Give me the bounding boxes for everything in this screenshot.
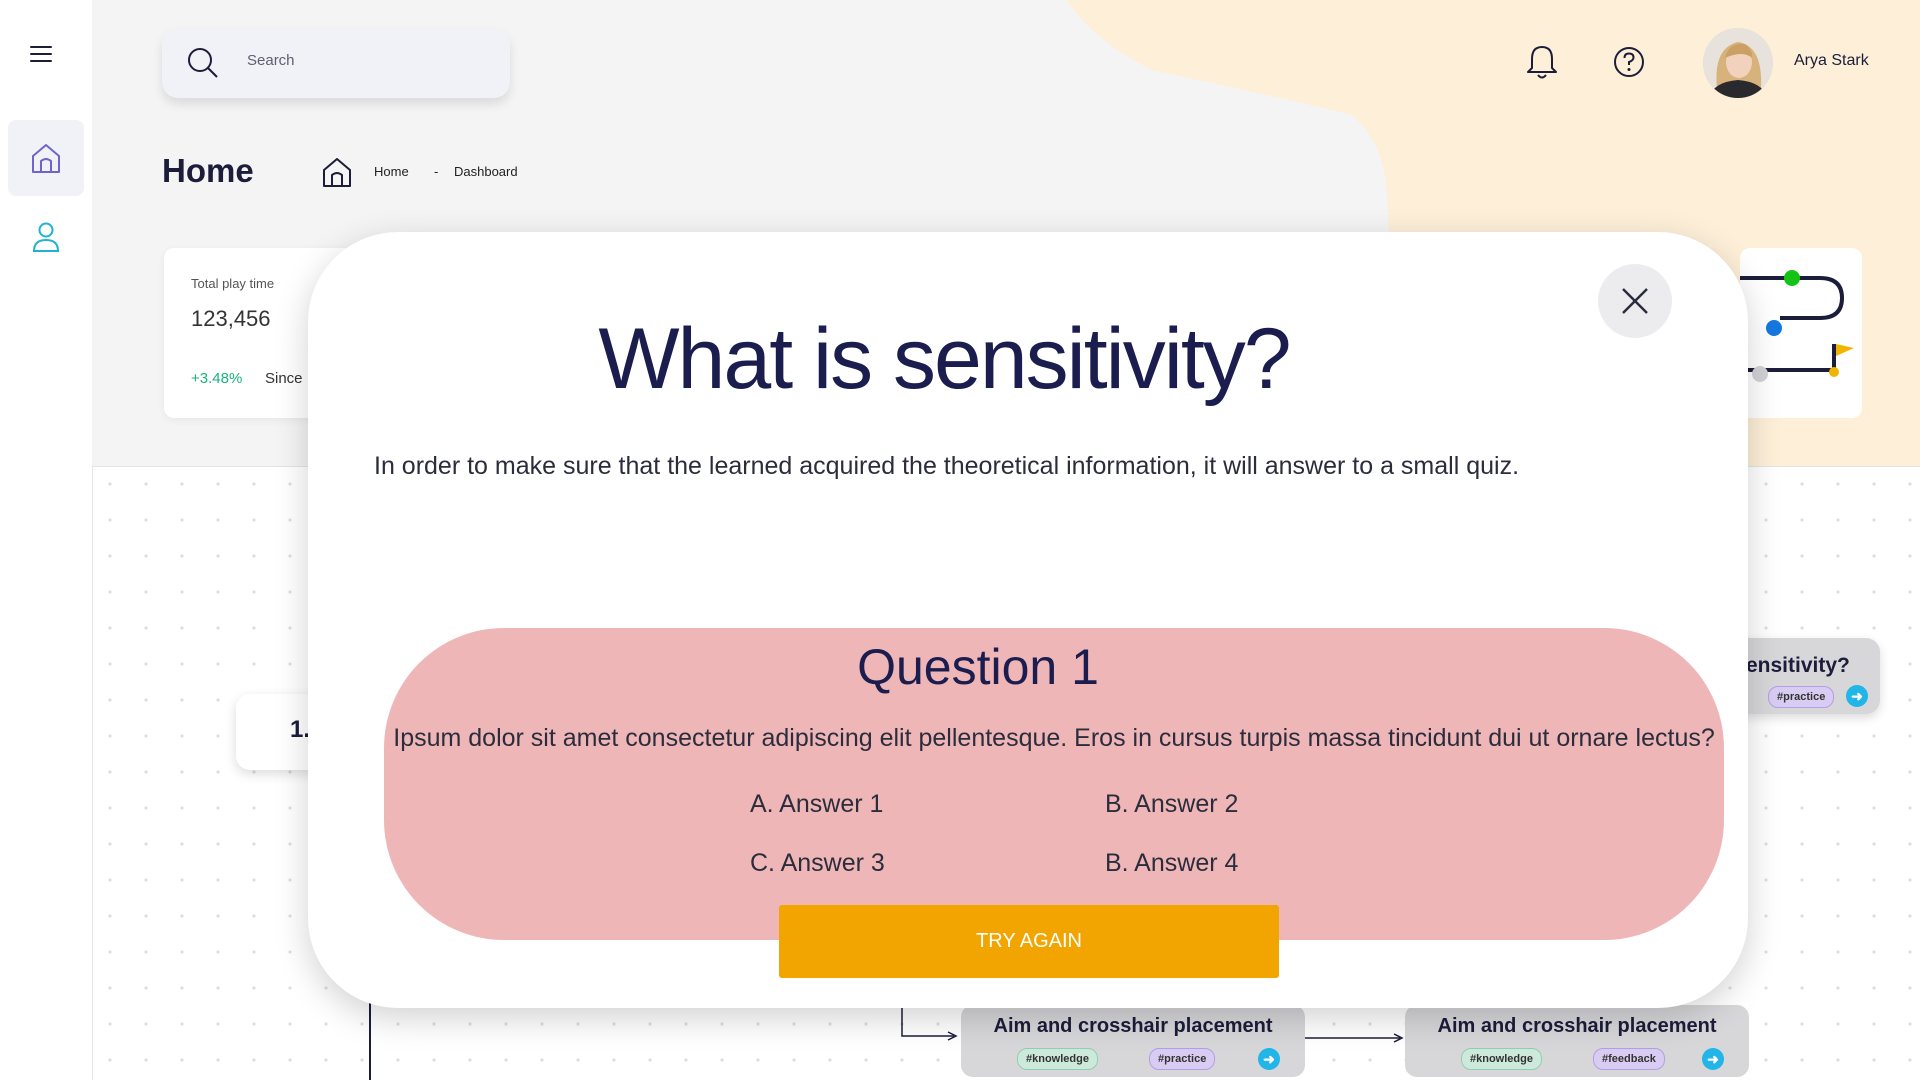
stat-label: Total play time	[191, 276, 275, 291]
page-title: Home	[162, 152, 254, 189]
tag-practice: #practice	[1768, 686, 1835, 708]
question-card: Question 1 Ipsum dolor sit amet consecte…	[384, 628, 1724, 940]
avatar[interactable]	[1703, 28, 1773, 98]
bell-icon[interactable]	[1526, 44, 1558, 80]
home-icon[interactable]	[322, 156, 352, 188]
tag-practice: #practice	[1149, 1048, 1216, 1070]
answer-option-d[interactable]: B. Answer 4	[1105, 849, 1238, 878]
progress-path-illustration	[1740, 270, 1854, 382]
modal-description: In order to make sure that the learned a…	[374, 452, 1520, 480]
map-node-aim-2[interactable]: Aim and crosshair placement #knowledge #…	[1405, 1005, 1749, 1077]
close-icon	[1622, 288, 1648, 314]
answer-option-b[interactable]: B. Answer 2	[1105, 790, 1238, 819]
search-icon	[188, 48, 218, 78]
answer-option-a[interactable]: A. Answer 1	[750, 790, 883, 819]
sidebar-item-home[interactable]	[8, 120, 84, 196]
map-node-title: ensitivity?	[1746, 654, 1850, 677]
stat-since: Since	[265, 370, 303, 387]
map-node-title: Aim and crosshair placement	[1437, 1015, 1717, 1037]
breadcrumb	[322, 156, 352, 193]
search-bar[interactable]: Search	[162, 28, 510, 98]
arrow-right-icon[interactable]: ➜	[1846, 685, 1868, 707]
breadcrumb-separator: -	[434, 164, 439, 179]
map-node-aim-1[interactable]: Aim and crosshair placement #knowledge #…	[961, 1005, 1305, 1077]
search-input[interactable]: Search	[247, 52, 295, 69]
answer-option-c[interactable]: C. Answer 3	[750, 849, 885, 878]
modal-title: What is sensitivity?	[598, 311, 1291, 407]
sidebar	[0, 0, 93, 1080]
breadcrumb-item-home[interactable]: Home	[374, 164, 409, 179]
home-icon	[32, 144, 60, 173]
map-node-label: 1.	[290, 716, 311, 743]
help-circle-icon[interactable]	[1612, 45, 1646, 79]
close-button[interactable]	[1598, 264, 1672, 338]
arrow-right-icon[interactable]: ➜	[1702, 1048, 1724, 1070]
tag-knowledge: #knowledge	[1017, 1048, 1098, 1070]
arrow-right-icon[interactable]: ➜	[1258, 1048, 1280, 1070]
progress-path-card	[1740, 248, 1862, 418]
tag-feedback: #feedback	[1593, 1048, 1665, 1070]
question-title: Question 1	[857, 639, 1099, 695]
try-again-button[interactable]: TRY AGAIN	[779, 905, 1279, 978]
question-text: Ipsum dolor sit amet consectetur adipisc…	[393, 724, 1715, 752]
user-name[interactable]: Arya Stark	[1794, 52, 1869, 70]
sidebar-item-user[interactable]	[20, 212, 72, 264]
breadcrumb-item-dashboard[interactable]: Dashboard	[454, 164, 518, 179]
user-icon	[32, 222, 60, 252]
map-node-title: Aim and crosshair placement	[993, 1015, 1273, 1037]
stat-value: 123,456	[191, 306, 271, 331]
tag-knowledge: #knowledge	[1461, 1048, 1542, 1070]
hamburger-menu-icon[interactable]	[30, 46, 52, 64]
stat-change: +3.48%	[191, 370, 243, 387]
